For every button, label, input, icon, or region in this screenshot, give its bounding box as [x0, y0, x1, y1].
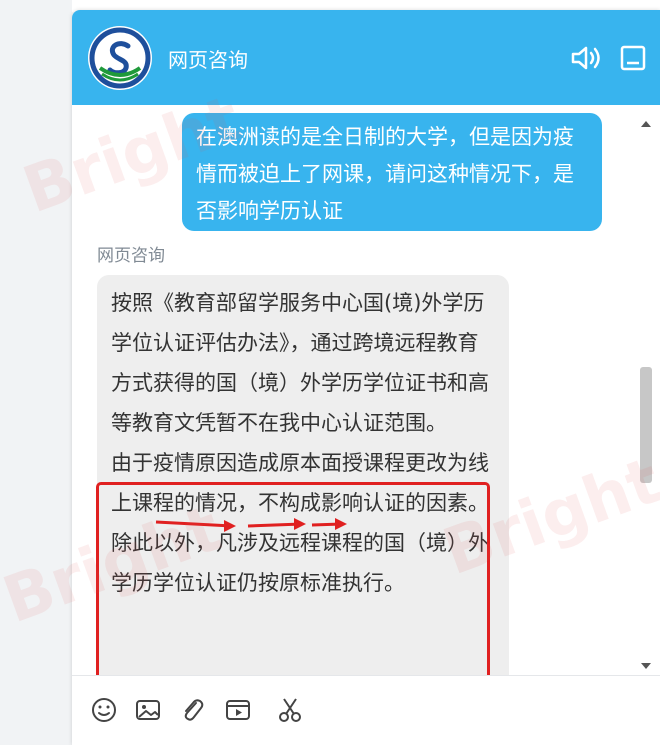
scroll-down-arrow-icon[interactable]	[632, 657, 660, 675]
chat-widget: 网页咨询 在澳洲读的是全日制的大学，但是因为疫情而被迫上了网课，请问这种情况下，…	[72, 10, 660, 745]
input-toolbar	[72, 675, 660, 745]
agent-sender-name: 网页咨询	[97, 246, 165, 266]
video-icon[interactable]	[224, 696, 252, 724]
chat-header: 网页咨询	[72, 10, 660, 105]
emoji-icon[interactable]	[90, 696, 118, 724]
page-background-left	[0, 0, 72, 745]
highlight-annotation-box	[96, 482, 490, 675]
scrollbar-thumb[interactable]	[640, 367, 652, 483]
attachment-icon[interactable]	[178, 696, 206, 724]
logo-icon	[89, 27, 151, 89]
minimize-icon[interactable]	[618, 44, 648, 72]
chat-scrollbar[interactable]	[632, 105, 660, 675]
sound-icon[interactable]	[570, 44, 604, 72]
user-message-bubble: 在澳洲读的是全日制的大学，但是因为疫情而被迫上了网课，请问这种情况下，是否影响学…	[182, 113, 602, 231]
chat-message-area: 在澳洲读的是全日制的大学，但是因为疫情而被迫上了网课，请问这种情况下，是否影响学…	[72, 105, 632, 675]
annotation-arrows	[155, 518, 347, 532]
logo	[88, 26, 152, 90]
scissors-icon[interactable]	[276, 696, 304, 724]
header-title: 网页咨询	[168, 48, 248, 72]
image-icon[interactable]	[134, 696, 162, 724]
agent-message-paragraph-1: 按照《教育部留学服务中心国(境)外学历学位认证评估办法》，通过跨境远程教育方式获…	[111, 291, 489, 435]
scroll-up-arrow-icon[interactable]	[632, 115, 660, 133]
